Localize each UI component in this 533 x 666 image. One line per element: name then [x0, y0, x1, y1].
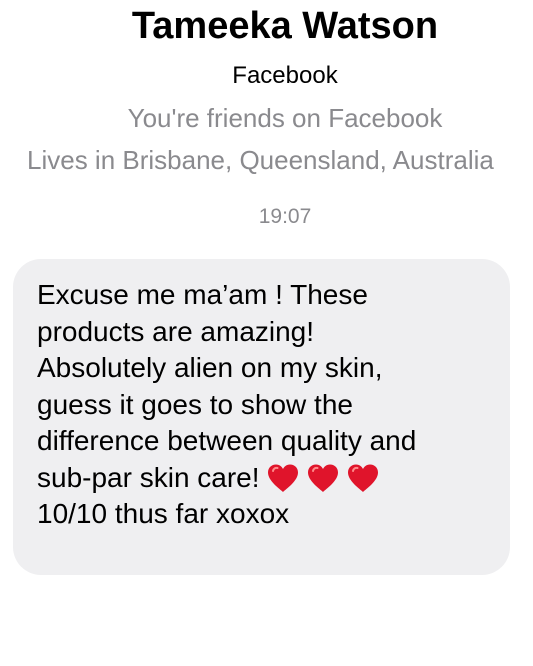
- message-rating: 10/10 thus far xoxox: [37, 498, 290, 529]
- contact-location: Lives in Brisbane, Queensland, Australia: [27, 145, 494, 175]
- red-heart-icon: [346, 463, 380, 493]
- friendship-status: You're friends on Facebook: [127, 103, 443, 133]
- message-timestamp: 19:07: [258, 205, 312, 228]
- contact-platform: Facebook: [232, 62, 338, 89]
- incoming-message-bubble[interactable]: Excuse me ma’am ! These products are ama…: [13, 259, 510, 575]
- contact-name[interactable]: Tameeka Watson: [0, 2, 533, 50]
- red-heart-icon: [306, 463, 340, 493]
- red-heart-icon: [266, 463, 300, 493]
- message-text: Excuse me ma’am ! These products are ama…: [37, 277, 507, 533]
- message-body: Excuse me ma’am ! These products are ama…: [37, 279, 417, 493]
